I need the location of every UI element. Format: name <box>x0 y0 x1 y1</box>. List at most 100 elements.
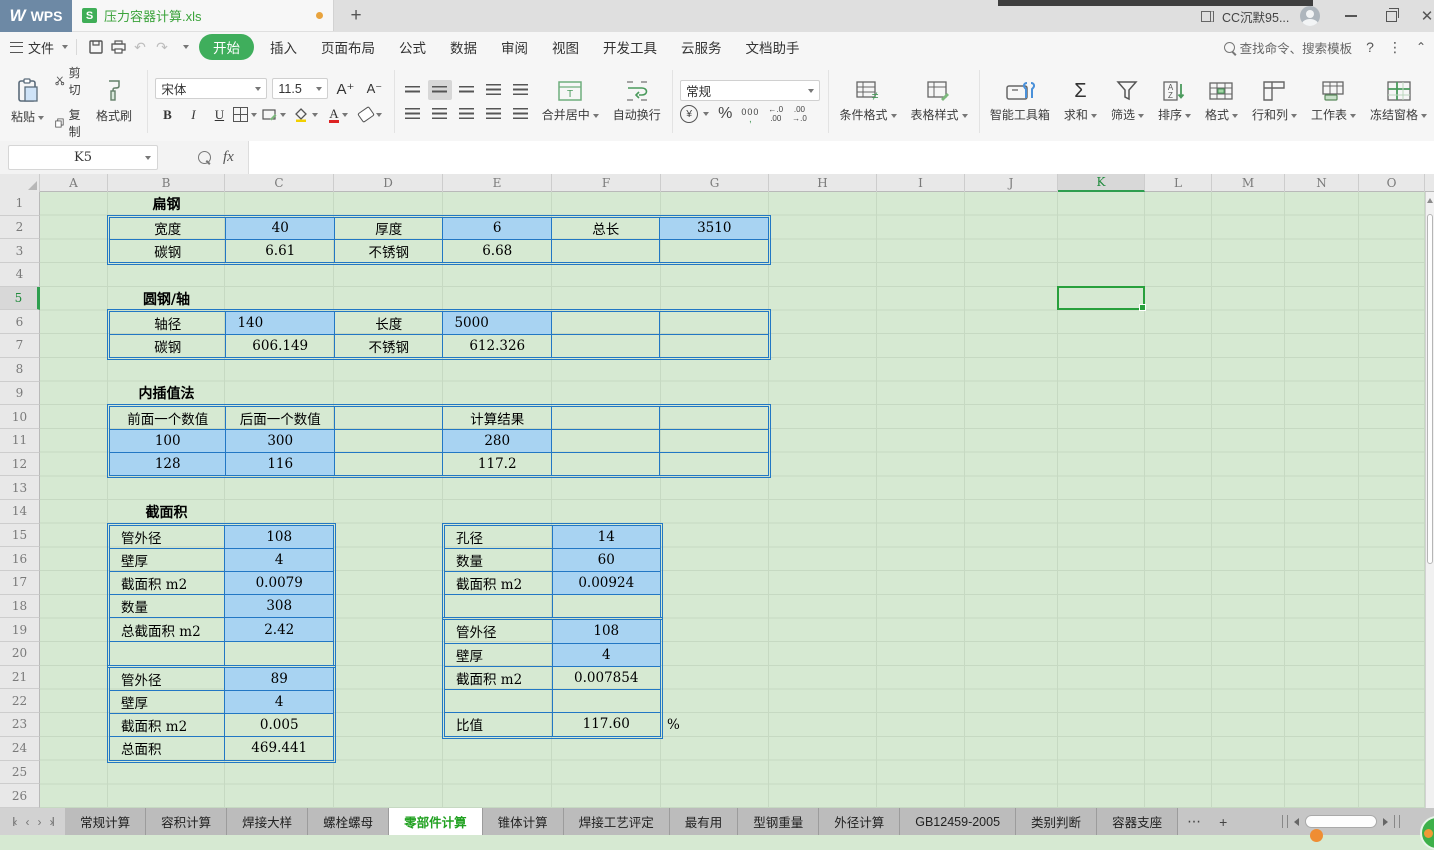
row-header[interactable]: 26 <box>0 784 40 808</box>
cell[interactable]: 管外径 <box>110 525 226 549</box>
cell[interactable] <box>552 452 661 476</box>
cell[interactable]: 5000 <box>443 312 552 335</box>
row-header[interactable]: 3 <box>0 239 40 264</box>
document-tab[interactable]: S 压力容器计算.xls <box>72 0 334 31</box>
worksheet-button[interactable]: 工作表 <box>1304 62 1363 141</box>
cell[interactable]: 612.326 <box>443 334 552 357</box>
column-header[interactable]: A <box>40 174 108 192</box>
cell[interactable]: 4 <box>225 690 333 714</box>
undo-icon[interactable]: ↶ <box>129 37 151 57</box>
menu-tab-数据[interactable]: 数据 <box>438 34 489 60</box>
cell[interactable]: 3510 <box>660 217 768 240</box>
menu-tab-视图[interactable]: 视图 <box>540 34 591 60</box>
row-header[interactable]: 7 <box>0 334 40 358</box>
sheet-tab[interactable]: GB12459-2005 <box>900 808 1017 835</box>
row-header[interactable]: 5 <box>0 286 40 311</box>
paste-button[interactable]: 粘贴 <box>4 74 51 129</box>
cell[interactable]: 6.68 <box>443 239 552 263</box>
save-icon[interactable] <box>85 37 107 57</box>
cell[interactable]: 140 <box>226 312 335 335</box>
row-header[interactable]: 19 <box>0 618 40 643</box>
column-header[interactable]: K <box>1058 174 1145 192</box>
column-header[interactable]: D <box>334 174 443 192</box>
cell[interactable]: 不锈钢 <box>335 334 444 357</box>
increase-decimal-button[interactable]: ←.0 .00 <box>768 105 783 123</box>
cell[interactable] <box>334 407 444 430</box>
cell[interactable]: 碳钢 <box>110 334 227 357</box>
cell[interactable]: 300 <box>226 429 335 453</box>
cell[interactable]: 轴径 <box>110 312 227 335</box>
sheet-tab[interactable]: 最有用 <box>669 808 739 835</box>
align-middle-button[interactable] <box>427 79 452 100</box>
quickbar-dropdown-icon[interactable] <box>173 37 195 57</box>
decrease-decimal-button[interactable]: .00 →.0 <box>792 105 807 123</box>
row-header[interactable]: 10 <box>0 405 40 429</box>
row-header[interactable]: 23 <box>0 713 40 737</box>
cell[interactable]: 宽度 <box>110 217 227 240</box>
cell[interactable] <box>552 334 661 357</box>
column-header[interactable]: G <box>661 174 769 192</box>
scroll-left-icon[interactable] <box>1294 817 1299 826</box>
cell[interactable] <box>552 690 660 713</box>
cell[interactable]: 截面积 m2 <box>445 666 553 690</box>
restore-button[interactable] <box>1372 0 1410 32</box>
row-header[interactable]: 18 <box>0 594 40 619</box>
cell[interactable] <box>551 407 661 430</box>
menu-tab-云服务[interactable]: 云服务 <box>669 34 734 60</box>
thousands-format-button[interactable]: 000 , <box>741 107 759 125</box>
cell[interactable] <box>553 595 661 618</box>
cell[interactable]: 长度 <box>334 312 444 335</box>
align-center-button[interactable] <box>428 104 452 124</box>
column-header[interactable]: J <box>965 174 1058 192</box>
decrease-font-button[interactable]: A⁻ <box>362 78 386 100</box>
column-header[interactable]: I <box>877 174 965 192</box>
sheet-tab[interactable]: 焊接工艺评定 <box>563 808 670 835</box>
cell[interactable]: 606.149 <box>226 334 335 357</box>
cell[interactable] <box>225 642 333 665</box>
align-left-button[interactable] <box>401 104 425 124</box>
wps-logo[interactable]: W WPS <box>0 0 72 32</box>
cell-style-button[interactable] <box>259 104 289 126</box>
sidebar-toggle-icon[interactable] <box>1188 0 1226 32</box>
row-header[interactable]: 6 <box>0 310 40 335</box>
last-sheet-icon[interactable]: ›Ⅰ <box>50 815 55 829</box>
cell[interactable] <box>660 430 768 453</box>
search-function-icon[interactable] <box>198 151 211 164</box>
cell[interactable]: 40 <box>226 217 335 240</box>
floating-orange-button[interactable] <box>1310 829 1323 842</box>
cell[interactable]: 数量 <box>445 548 553 572</box>
cell[interactable] <box>334 429 444 453</box>
rows-cols-button[interactable]: 行和列 <box>1245 62 1304 141</box>
sheet-tab[interactable]: 容积计算 <box>146 808 228 835</box>
menu-tab-文档助手[interactable]: 文档助手 <box>734 34 812 60</box>
name-box[interactable]: K5 <box>8 145 158 170</box>
cell[interactable]: 计算结果 <box>443 407 552 430</box>
menu-tab-公式[interactable]: 公式 <box>387 34 438 60</box>
row-header[interactable]: 4 <box>0 263 40 287</box>
cell[interactable]: 截面积 m2 <box>110 713 226 737</box>
print-icon[interactable] <box>107 37 129 57</box>
column-header[interactable]: H <box>769 174 877 192</box>
selected-cell[interactable] <box>1057 285 1146 312</box>
row-header[interactable]: 21 <box>0 665 40 690</box>
cell[interactable]: 不锈钢 <box>335 239 444 263</box>
cell[interactable]: 壁厚 <box>445 643 553 667</box>
cell[interactable]: 碳钢 <box>110 239 227 263</box>
collapse-ribbon-icon[interactable]: ⌃ <box>1416 40 1426 54</box>
scroll-up-icon[interactable] <box>1427 198 1433 203</box>
sheet-tab[interactable]: 焊接大样 <box>227 808 309 835</box>
increase-font-button[interactable]: A⁺ <box>333 78 357 100</box>
sheet-tab[interactable]: 外径计算 <box>819 808 901 835</box>
row-header[interactable]: 13 <box>0 476 40 500</box>
align-bottom-button[interactable] <box>455 80 479 100</box>
cell[interactable]: 壁厚 <box>110 690 226 714</box>
row-header[interactable]: 11 <box>0 428 40 453</box>
cell[interactable]: 14 <box>552 525 660 549</box>
row-header[interactable]: 12 <box>0 452 40 477</box>
first-sheet-icon[interactable]: Ⅰ‹ <box>12 815 17 829</box>
sheet-tab[interactable]: 零部件计算 <box>389 808 483 835</box>
cell[interactable] <box>551 429 661 453</box>
row-header[interactable]: 20 <box>0 642 40 666</box>
horizontal-scrollbar[interactable] <box>1282 808 1400 835</box>
help-button[interactable]: ? <box>1366 39 1374 55</box>
